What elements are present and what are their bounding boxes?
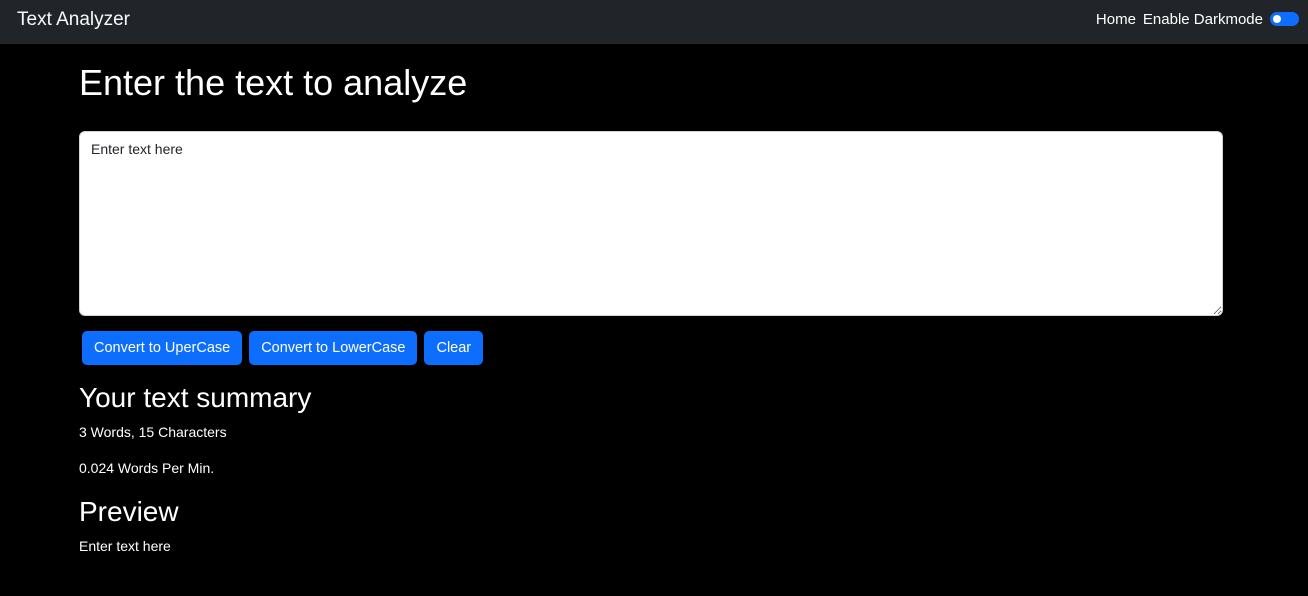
- home-link[interactable]: Home: [1096, 11, 1136, 28]
- text-input[interactable]: [79, 131, 1223, 316]
- word-char-count: 3 Words, 15 Characters: [79, 424, 227, 440]
- toggle-knob-icon: [1273, 15, 1281, 23]
- summary-heading: Your text summary: [79, 382, 312, 413]
- brand-link[interactable]: Text Analyzer: [17, 9, 130, 31]
- uppercase-button[interactable]: Convert to UperCase: [82, 331, 243, 365]
- page-title: Enter the text to analyze: [79, 62, 468, 103]
- navbar: Text Analyzer Home Enable Darkmode: [0, 0, 1308, 44]
- navbar-right: Home Enable Darkmode: [1096, 10, 1299, 28]
- darkmode-toggle[interactable]: [1270, 12, 1299, 26]
- clear-button[interactable]: Clear: [424, 331, 484, 365]
- preview-heading: Preview: [79, 496, 179, 527]
- reading-time: 0.024 Words Per Min.: [79, 460, 215, 476]
- darkmode-label: Enable Darkmode: [1142, 10, 1263, 28]
- preview-text: Enter text here: [79, 538, 171, 554]
- lowercase-button[interactable]: Convert to LowerCase: [249, 331, 418, 365]
- action-buttons: Convert to UperCase Convert to LowerCase…: [82, 331, 490, 365]
